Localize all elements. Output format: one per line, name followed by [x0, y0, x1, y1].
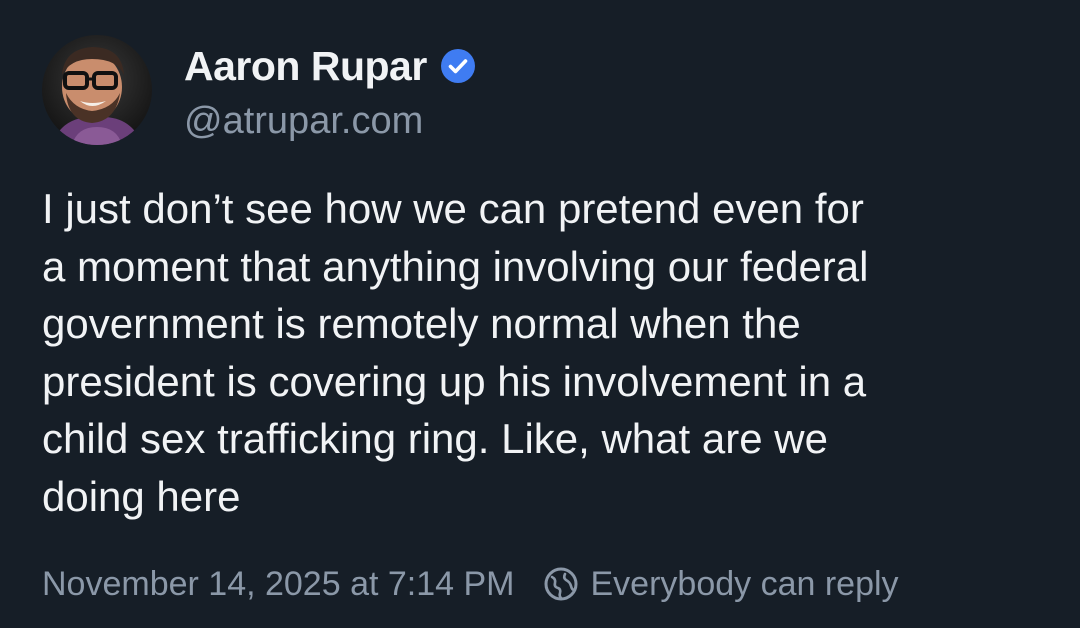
avatar-image [42, 35, 152, 145]
reply-setting-label[interactable]: Everybody can reply [591, 558, 899, 610]
post-meta: November 14, 2025 at 7:14 PM Everybody c… [42, 558, 899, 610]
verified-badge-icon [440, 49, 475, 83]
globe-icon [543, 566, 579, 602]
author-handle[interactable]: @atrupar.com [184, 96, 423, 146]
avatar[interactable] [42, 35, 152, 145]
author-name-row: Aaron Rupar [184, 40, 475, 92]
post-card: Aaron Rupar @atrupar.com I just don’t se… [0, 0, 1080, 628]
author-display-name[interactable]: Aaron Rupar [184, 40, 427, 92]
post-text: I just don’t see how we can pretend even… [42, 185, 869, 520]
post-timestamp[interactable]: November 14, 2025 at 7:14 PM [42, 558, 515, 610]
